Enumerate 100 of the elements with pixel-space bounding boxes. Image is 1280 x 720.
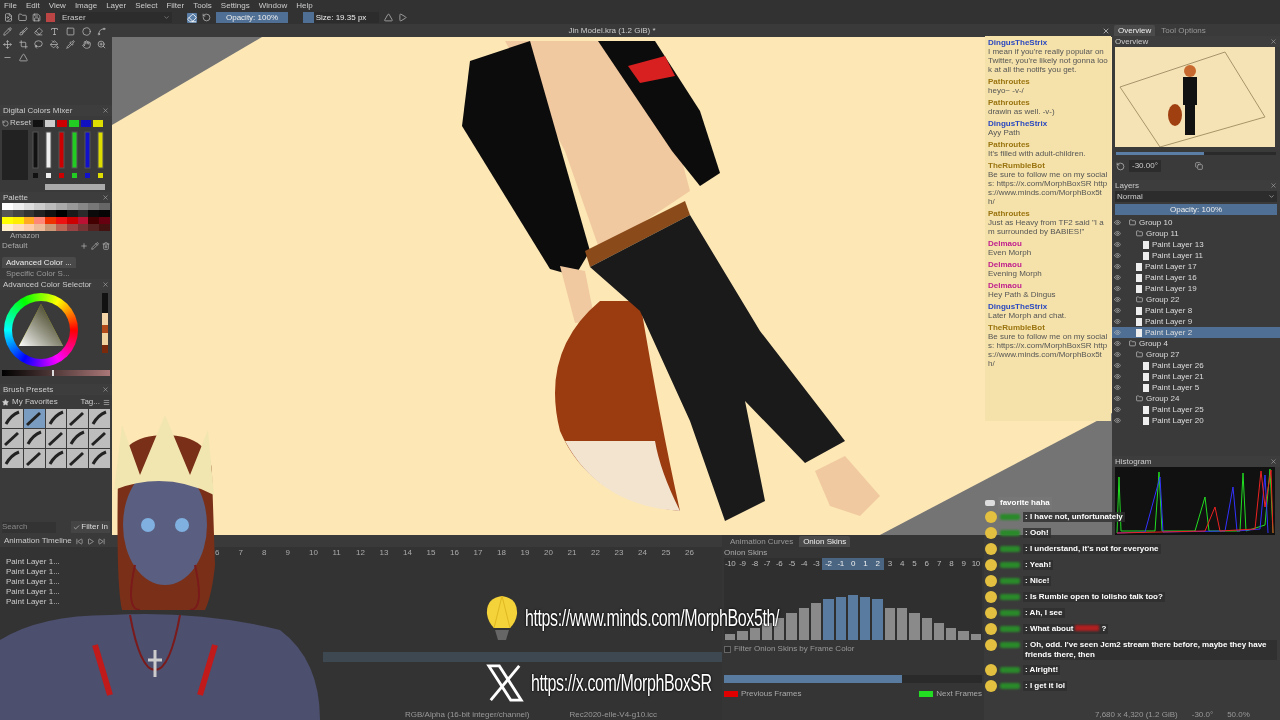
layer-row[interactable]: Paint Layer 9 (1112, 316, 1280, 327)
brush-preset[interactable] (89, 409, 110, 428)
frame-offset[interactable]: 5 (908, 558, 921, 570)
frame-offset[interactable]: -10 (724, 558, 737, 570)
add-icon[interactable] (80, 242, 88, 250)
color-swatch[interactable] (56, 119, 67, 127)
skip-back-icon[interactable] (75, 537, 83, 545)
layer-row[interactable]: Paint Layer 8 (1112, 305, 1280, 316)
timeline-layer[interactable]: Paint Layer 1... (0, 567, 66, 577)
lasso-icon[interactable] (34, 40, 44, 49)
eye-icon[interactable] (1114, 318, 1121, 325)
crop-icon[interactable] (18, 40, 28, 49)
rotation-field[interactable]: -30.00° (1129, 160, 1161, 172)
pipette-icon[interactable] (65, 40, 75, 49)
eye-icon[interactable] (1114, 384, 1121, 391)
frame-offset[interactable]: 4 (895, 558, 909, 570)
close-icon[interactable] (102, 386, 109, 393)
panel-tab[interactable]: Specific Color S... (2, 268, 74, 279)
frame-slider[interactable] (724, 675, 982, 683)
reset-icon[interactable] (202, 13, 211, 22)
layer-opacity-slider[interactable]: Opacity: 100% (1115, 204, 1277, 215)
menu-item[interactable]: View (48, 0, 66, 11)
layer-row[interactable]: Paint Layer 19 (1112, 283, 1280, 294)
size-slider[interactable]: Size: 19.35 px (303, 12, 379, 23)
layer-row[interactable]: Paint Layer 20 (1112, 415, 1280, 426)
opacity-slider[interactable]: Opacity: 100% (216, 12, 288, 23)
frame-offset[interactable]: 9 (957, 558, 970, 570)
eye-icon[interactable] (1114, 417, 1121, 424)
eye-icon[interactable] (1114, 274, 1121, 281)
eye-icon[interactable] (1114, 362, 1121, 369)
eye-icon[interactable] (1114, 230, 1121, 237)
brush-preset[interactable] (45, 409, 67, 428)
color-swatch[interactable] (44, 119, 55, 127)
eye-icon[interactable] (1114, 307, 1121, 314)
zoom-icon[interactable] (97, 40, 107, 49)
menu-item[interactable]: Help (296, 0, 313, 11)
menu-icon[interactable] (103, 398, 110, 406)
hand-icon[interactable] (81, 40, 91, 49)
close-icon[interactable] (102, 107, 109, 114)
layer-row[interactable]: Group 22 (1112, 294, 1280, 305)
timeline-track-bar[interactable] (323, 652, 722, 662)
timeline-layer[interactable]: Paint Layer 1... (0, 587, 66, 597)
eye-icon[interactable] (1114, 351, 1121, 358)
brush-preset[interactable] (45, 429, 67, 448)
frame-offset[interactable]: -9 (736, 558, 749, 570)
save-icon[interactable] (32, 13, 41, 22)
brush-preset[interactable] (2, 449, 23, 468)
tag-button[interactable]: Tag... (80, 396, 100, 408)
frame-offset[interactable]: -5 (785, 558, 798, 570)
frame-offset[interactable]: 7 (932, 558, 946, 570)
frame-offset[interactable]: 8 (945, 558, 958, 570)
timeline-layer[interactable]: Paint Layer 1... (0, 597, 66, 607)
menu-item[interactable]: Layer (106, 0, 127, 11)
text-icon[interactable] (50, 27, 60, 36)
eye-icon[interactable] (1114, 395, 1121, 402)
filter-checkbox[interactable]: Filter In (71, 521, 110, 533)
panel-tab[interactable]: Overview (1114, 25, 1156, 36)
frame-offset[interactable]: 3 (883, 558, 896, 570)
ellipse-icon[interactable] (81, 27, 91, 36)
panel-tab[interactable]: Advanced Color ... (2, 257, 76, 268)
menu-item[interactable]: Window (258, 0, 288, 11)
palette-swatches[interactable] (2, 203, 110, 231)
edit-icon[interactable] (91, 242, 99, 250)
menu-item[interactable]: Edit (25, 0, 40, 11)
eye-icon[interactable] (1114, 241, 1121, 248)
brush-preset[interactable] (45, 449, 67, 468)
close-icon[interactable] (1102, 26, 1110, 35)
brush-preset[interactable] (67, 409, 89, 428)
layer-row[interactable]: Paint Layer 25 (1112, 404, 1280, 415)
close-icon[interactable] (102, 281, 109, 288)
layer-row[interactable]: Paint Layer 26 (1112, 360, 1280, 371)
search-field[interactable]: Search (2, 521, 56, 533)
layer-row[interactable]: Paint Layer 16 (1112, 272, 1280, 283)
color-swatch[interactable] (32, 119, 43, 127)
move-icon[interactable] (3, 40, 12, 49)
frame-offset[interactable]: 6 (920, 558, 933, 570)
play-icon[interactable] (86, 537, 94, 545)
bucket-icon[interactable] (50, 40, 60, 49)
color-swatch[interactable] (80, 119, 91, 127)
frame-offset[interactable]: 2 (871, 558, 884, 570)
layer-row[interactable]: Group 11 (1112, 228, 1280, 239)
eye-icon[interactable] (1114, 219, 1121, 226)
layer-row[interactable]: Paint Layer 2 (1112, 327, 1280, 338)
brush-preset[interactable] (23, 409, 45, 428)
layer-row[interactable]: Paint Layer 11 (1112, 250, 1280, 261)
layer-row[interactable]: Group 10 (1112, 217, 1280, 228)
eye-icon[interactable] (1114, 373, 1121, 380)
frame-offset[interactable]: -8 (748, 558, 761, 570)
close-icon[interactable] (1270, 182, 1277, 189)
brush-icon[interactable] (18, 27, 28, 36)
layer-row[interactable]: Group 27 (1112, 349, 1280, 360)
layer-row[interactable]: Paint Layer 5 (1112, 382, 1280, 393)
blend-mode-dropdown[interactable]: Normal (1115, 191, 1277, 202)
brush-preset[interactable] (2, 429, 23, 448)
menu-item[interactable]: File (4, 0, 17, 11)
social-link[interactable]: https://x.com/MorphBoxSR (531, 665, 712, 701)
rectangle-icon[interactable] (65, 27, 75, 36)
triangle-icon[interactable] (18, 53, 28, 62)
timeline-layer[interactable]: Paint Layer 1... (0, 557, 66, 567)
panel-tab[interactable]: Tool Options (1157, 25, 1210, 36)
